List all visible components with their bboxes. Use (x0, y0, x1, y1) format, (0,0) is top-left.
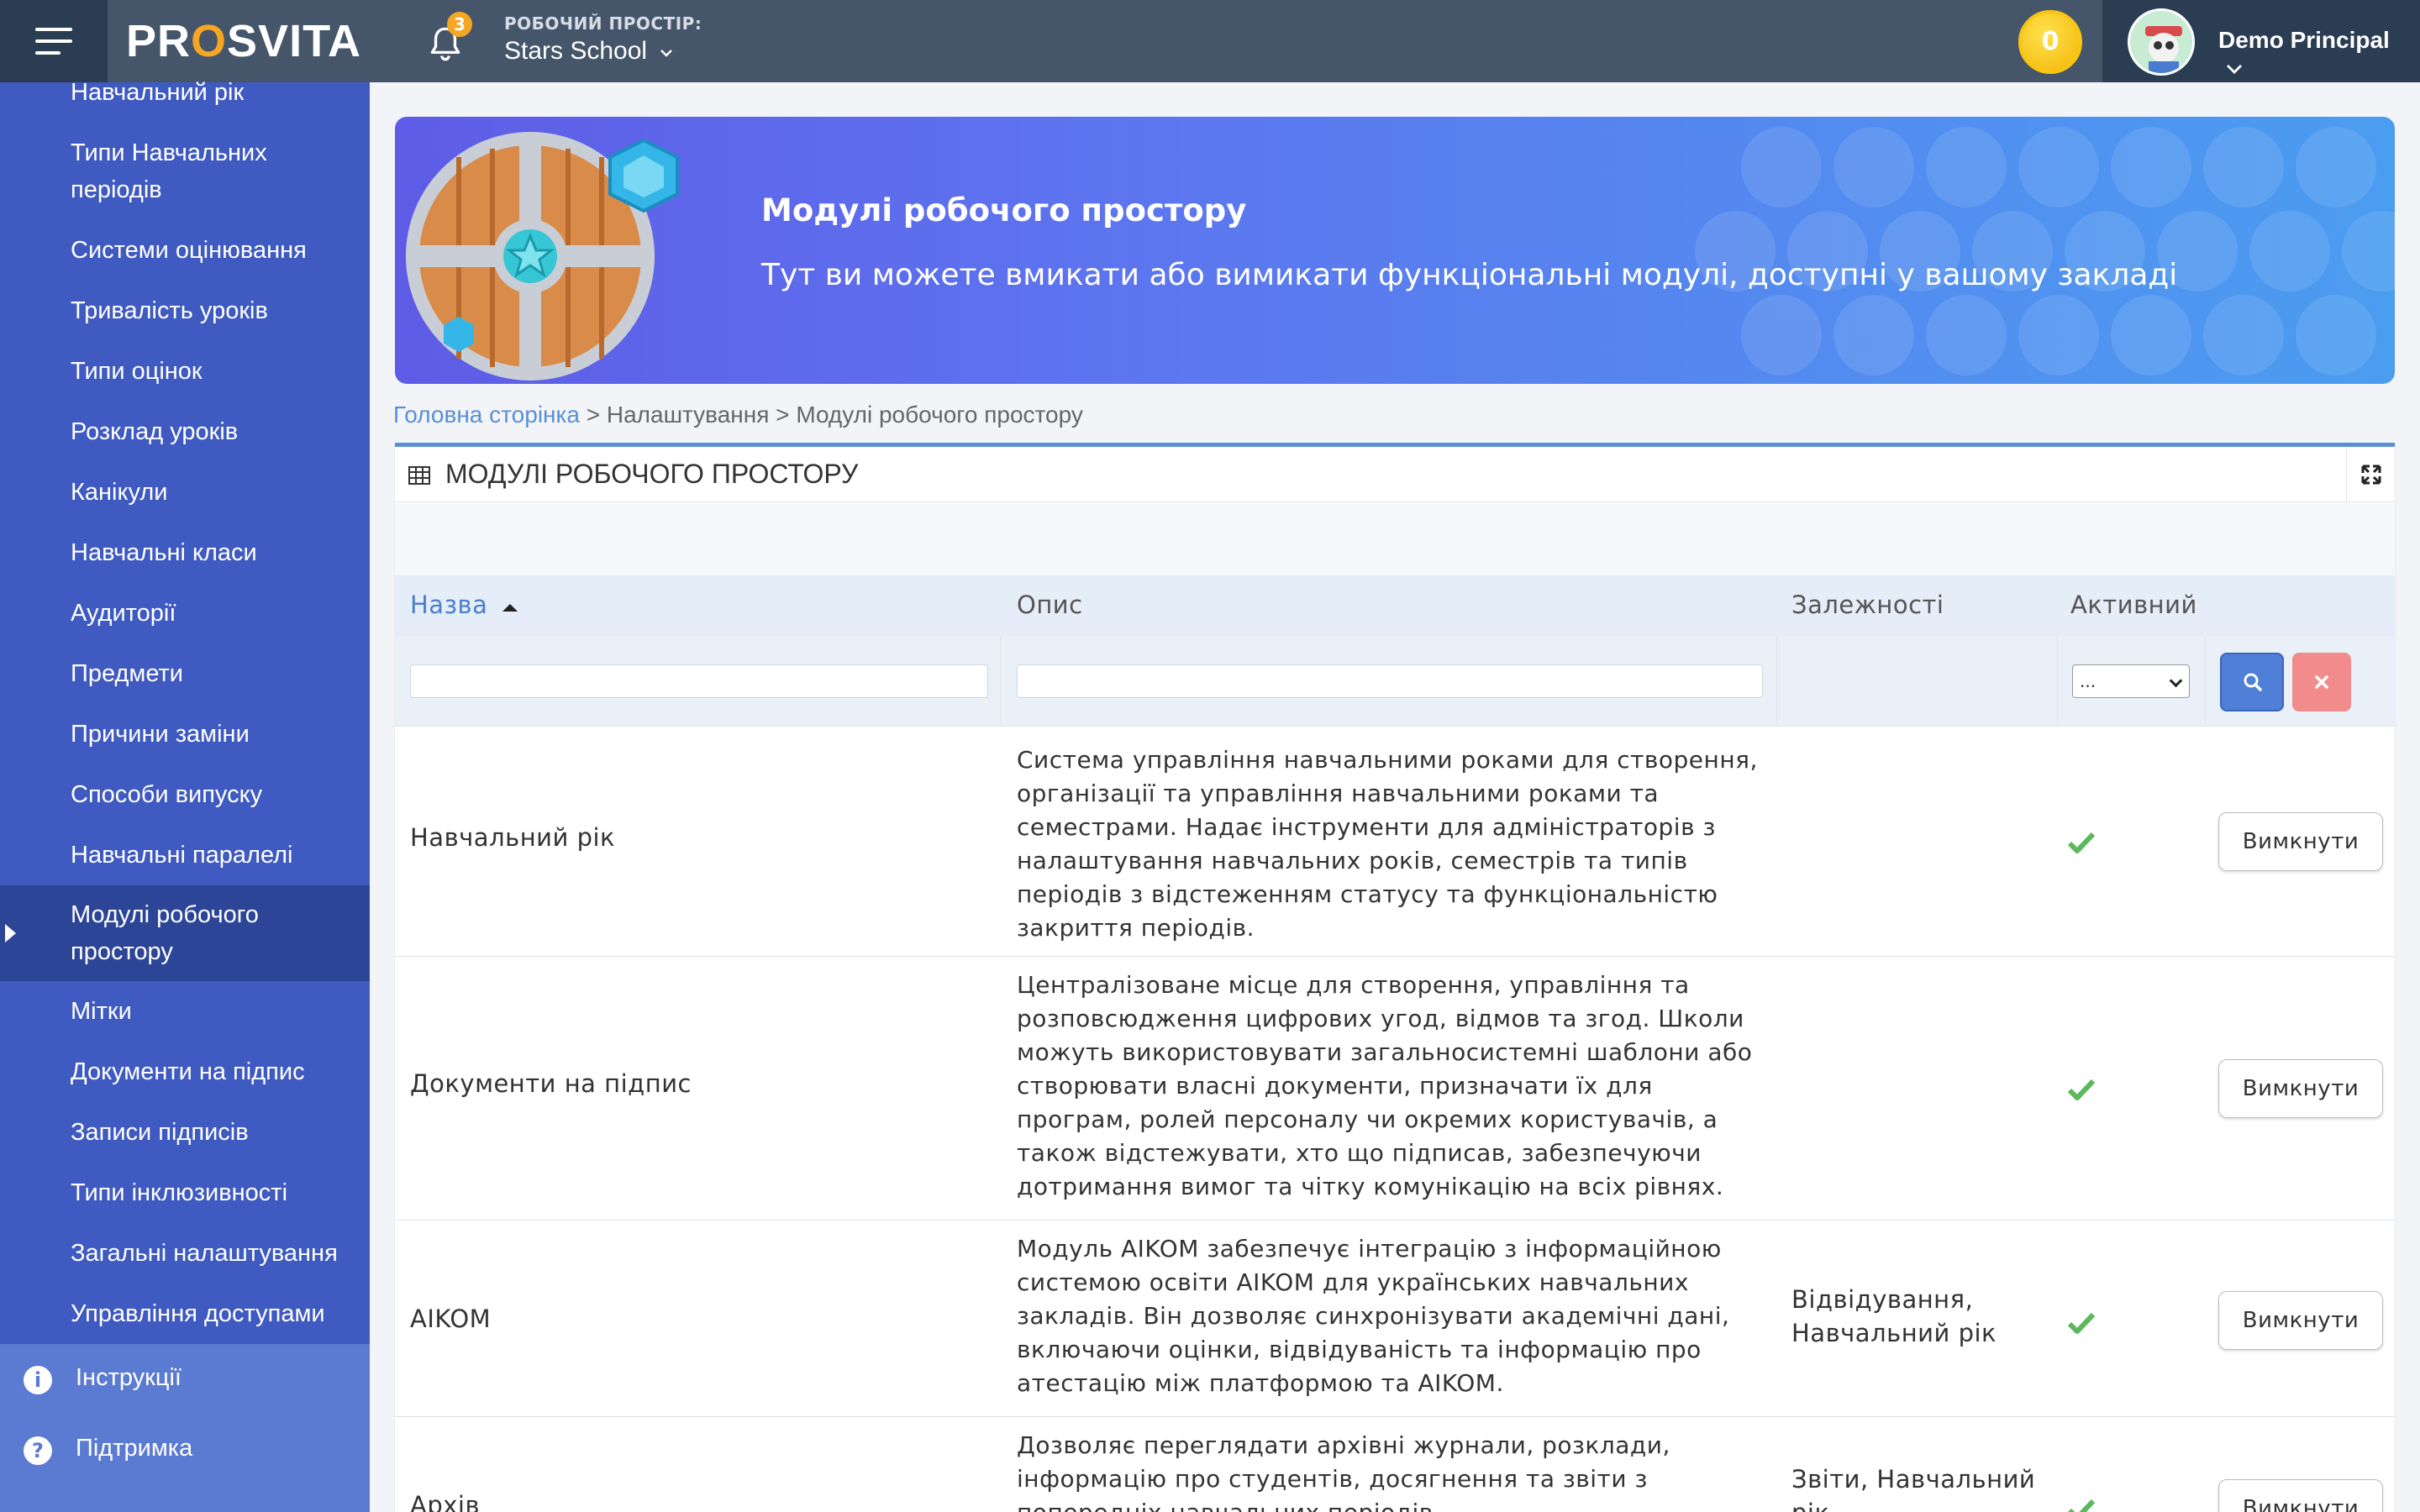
table-icon (408, 466, 430, 485)
description-filter-input[interactable] (1017, 664, 1763, 698)
sidebar-item-substitution-reasons[interactable]: Причини заміни (0, 716, 370, 753)
search-icon (2244, 673, 2262, 691)
check-icon (2068, 1499, 2096, 1512)
disable-button[interactable]: Вимкнути (2218, 812, 2383, 871)
module-description: Дозволяє переглядати архівні журнали, ро… (1017, 1431, 1670, 1512)
sidebar-item-rooms[interactable]: Аудиторії (0, 595, 370, 632)
logo[interactable]: PROSVITA (126, 15, 361, 67)
info-icon: i (24, 1366, 52, 1394)
sidebar-item-lesson-schedule[interactable]: Розклад уроків (0, 413, 370, 450)
sidebar-item-period-types[interactable]: Типи Навчальних періодів (0, 134, 370, 208)
table-toolbar (395, 503, 2395, 575)
module-name: Документи на підпис (410, 1069, 692, 1098)
sidebar-item-inclusivity-types[interactable]: Типи інклюзивності (0, 1174, 370, 1211)
column-header-active[interactable]: Активний (2070, 591, 2197, 619)
top-bar: PROSVITA 3 РОБОЧИЙ ПРОСТІР: Stars School… (0, 0, 2420, 82)
sidebar-item-signature-documents[interactable]: Документи на підпис (0, 1053, 370, 1090)
check-icon (2067, 1079, 2096, 1100)
question-icon: ? (24, 1436, 52, 1465)
breadcrumb: Головна сторінка > Налаштування > Модулі… (393, 402, 1083, 428)
module-name: Архів (410, 1491, 481, 1512)
page-banner: Модулі робочого простору Тут ви можете в… (395, 117, 2395, 384)
module-description: Система управління навчальними роками дл… (1017, 746, 1758, 942)
disable-button[interactable]: Вимкнути (2218, 1479, 2383, 1512)
sidebar-item-subjects[interactable]: Предмети (0, 655, 370, 692)
sidebar-item-general-settings[interactable]: Загальні налаштування (0, 1235, 370, 1272)
column-header-name[interactable]: Назва (410, 591, 519, 619)
breadcrumb-current: Модулі робочого простору (796, 402, 1083, 428)
sidebar-item-access-management[interactable]: Управління доступами (0, 1295, 370, 1332)
module-description: Модуль AIKOM забезпечує інтеграцію з інф… (1017, 1235, 1730, 1397)
sidebar-item-grade-types[interactable]: Типи оцінок (0, 353, 370, 390)
module-name: AIKOM (410, 1305, 492, 1333)
sidebar-item-classes[interactable]: Навчальні класи (0, 534, 370, 571)
module-description: Централізоване місце для створення, упра… (1017, 971, 1753, 1200)
caret-right-icon (5, 924, 16, 942)
user-name[interactable]: Demo Principal (2218, 27, 2420, 81)
panel-header: МОДУЛІ РОБОЧОГО ПРОСТОРУ (395, 447, 2395, 502)
sort-asc-icon (502, 604, 518, 612)
sidebar-item-signature-records[interactable]: Записи підписів (0, 1114, 370, 1151)
table-header: Назва Опис Залежності Активний (395, 575, 2395, 636)
active-filter-select[interactable]: ... (2072, 664, 2190, 698)
avatar[interactable] (2128, 8, 2195, 76)
table-row: Документи на підпис Централізоване місце… (395, 957, 2395, 1221)
coins-badge[interactable]: 0 (2018, 10, 2082, 74)
sidebar-item-workspace-modules[interactable]: Модулі робочого простору (0, 885, 370, 981)
name-filter-input[interactable] (410, 664, 988, 698)
chevron-down-icon (2227, 65, 2242, 74)
panel-title: МОДУЛІ РОБОЧОГО ПРОСТОРУ (445, 459, 859, 489)
search-button[interactable] (2220, 653, 2284, 711)
workspace-name: Stars School (504, 37, 648, 65)
sidebar: Навчальний рік Типи Навчальних періодів … (0, 79, 370, 1512)
sidebar-item-tags[interactable]: Мітки (0, 993, 370, 1030)
banner-title: Модулі робочого простору (761, 192, 1247, 228)
workspace-selector[interactable]: Stars School (504, 37, 674, 66)
filter-row: ... (395, 636, 2395, 727)
sidebar-item-grading-systems[interactable]: Системи оцінювання (0, 232, 370, 269)
column-header-description[interactable]: Опис (1017, 591, 1083, 619)
sidebar-item-graduation-methods[interactable]: Способи випуску (0, 776, 370, 813)
sidebar-item-grade-levels[interactable]: Навчальні паралелі (0, 837, 370, 874)
disable-button[interactable]: Вимкнути (2218, 1059, 2383, 1118)
table-row: Навчальний рік Система управління навчал… (395, 727, 2395, 957)
sidebar-bottom: i Інструкції ? Підтримка (0, 1344, 370, 1512)
sidebar-item-lesson-duration[interactable]: Тривалість уроків (0, 292, 370, 329)
fullscreen-button[interactable] (2346, 447, 2395, 502)
banner-subtitle: Тут ви можете вмикати або вимикати функц… (761, 258, 2178, 292)
module-dependencies: Відвідування, Навчальний рік (1791, 1285, 1997, 1347)
column-header-dependencies[interactable]: Залежності (1791, 591, 1944, 619)
expand-icon (2361, 465, 2381, 485)
menu-toggle-button[interactable] (0, 0, 108, 82)
modules-panel: МОДУЛІ РОБОЧОГО ПРОСТОРУ Назва Опис Зале… (395, 443, 2395, 1512)
module-dependencies: Звіти, Навчальний рік (1791, 1465, 2036, 1512)
breadcrumb-settings[interactable]: Налаштування (607, 402, 770, 428)
table-row: Архів Дозволяє переглядати архівні журна… (395, 1417, 2395, 1512)
check-icon (2067, 1312, 2096, 1334)
disable-button[interactable]: Вимкнути (2218, 1291, 2383, 1350)
check-icon (2067, 832, 2096, 853)
workspace-label: РОБОЧИЙ ПРОСТІР: (504, 13, 702, 34)
notification-badge: 3 (447, 12, 472, 37)
close-icon (2315, 675, 2328, 689)
sidebar-item-holidays[interactable]: Канікули (0, 474, 370, 511)
sidebar-item-academic-year[interactable]: Навчальний рік (0, 74, 370, 111)
clear-filter-button[interactable] (2292, 653, 2351, 711)
breadcrumb-home-link[interactable]: Головна сторінка (393, 402, 580, 428)
chevron-down-icon (660, 50, 673, 57)
module-name: Навчальний рік (410, 823, 616, 852)
shield-icon (406, 132, 679, 381)
table-row: AIKOM Модуль AIKOM забезпечує інтеграцію… (395, 1221, 2395, 1417)
